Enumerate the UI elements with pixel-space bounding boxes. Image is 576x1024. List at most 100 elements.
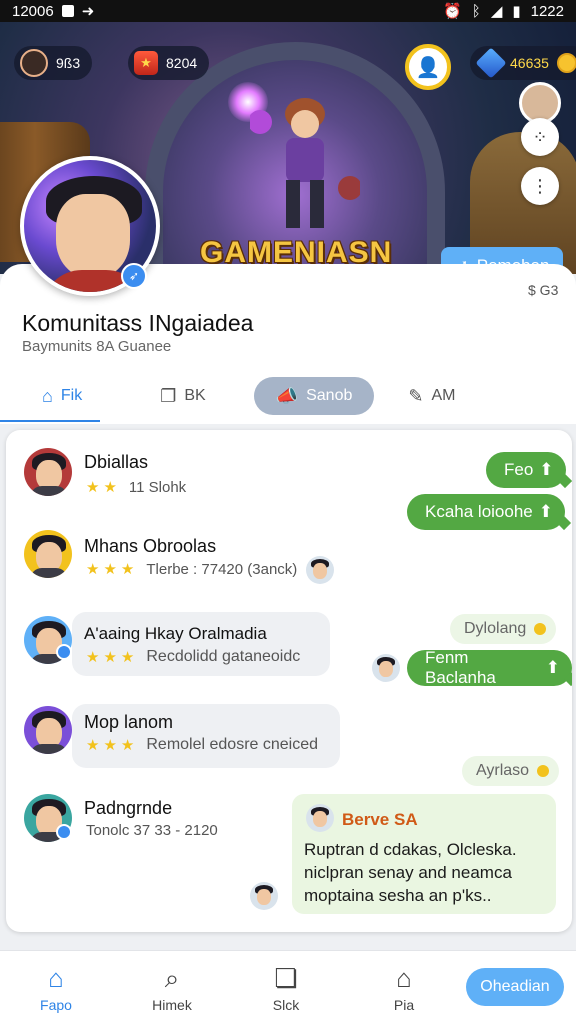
verified-badge-icon: ➶ (121, 263, 147, 289)
star-icon: ★ (86, 737, 100, 754)
user-name[interactable]: A'aaing Hkay Oralmadia (84, 624, 267, 644)
alarm-icon: ⏰ (443, 3, 462, 20)
nav-label: Slck (272, 997, 300, 1013)
player-level-pill[interactable]: 9ß3 (14, 46, 93, 80)
download-button[interactable]: Oheadian (466, 968, 564, 1006)
controller-icon: ⁘ (532, 126, 548, 147)
more-vertical-icon: ⋮ (531, 175, 549, 196)
star-icon: ★ (103, 561, 117, 578)
small-avatar[interactable] (372, 654, 400, 682)
reply-button[interactable]: Feo ⬆ (486, 452, 572, 489)
community-subtitle: Baymunits 8A Guanee (22, 338, 172, 355)
star-icon: ★ (86, 561, 100, 578)
chat-feed[interactable]: Dbiallas ★ ★ 11 Slohk Feo ⬆ Kcaha loiooh… (6, 430, 572, 932)
meta-text: Recdolidd gataneoidc (146, 648, 301, 665)
score-pill[interactable]: ★ 8204 (128, 46, 210, 80)
tab-label: AM (431, 387, 456, 404)
home-icon: ⌂ (48, 963, 64, 993)
tab-label: Fik (60, 387, 83, 404)
gem-icon (475, 47, 507, 79)
nav-label: Fapo (40, 997, 72, 1013)
score-value: 8204 (166, 55, 198, 71)
nav-book[interactable]: ❏ Slck (246, 963, 326, 1013)
user-meta: ★ ★ ★ Remolel edosre cneiced (86, 736, 318, 754)
status-dot-icon (537, 765, 550, 777)
arrow-up-icon: ⬆ (545, 658, 560, 677)
avatar-face (56, 194, 130, 278)
reply-label: Kcaha loioohe (425, 502, 533, 521)
status-dot-icon (534, 623, 547, 635)
book-icon: ❏ (274, 963, 298, 993)
tab-label: BK (184, 387, 206, 404)
user-name[interactable]: Mop lanom (84, 712, 173, 733)
battery-icon: ▮ (512, 3, 521, 20)
reply-button[interactable]: Fenm Baclanha ⬆ (407, 648, 572, 687)
small-avatar[interactable] (306, 556, 334, 584)
verified-icon (56, 644, 72, 660)
currency-value: 46635 (510, 55, 549, 71)
tab-sanob[interactable]: 📣 Sanob (253, 377, 375, 415)
user-avatar[interactable] (24, 706, 72, 754)
user-avatar[interactable] (24, 530, 72, 578)
pending-reply[interactable]: Ayrlaso (462, 756, 560, 786)
message-bubble (72, 612, 330, 676)
star-icon: ★ (103, 649, 117, 666)
user-name[interactable]: Mhans Obroolas (84, 536, 216, 557)
banner-hero-illustration (250, 98, 360, 228)
meta-text: Tonolc 37 33 - 2120 (86, 822, 218, 839)
avatar-face (313, 811, 327, 827)
avatar-face (379, 661, 393, 677)
small-avatar[interactable] (250, 882, 278, 910)
pending-reply[interactable]: Dylolang (450, 614, 557, 644)
chat-icon: ✎ (408, 385, 424, 406)
sender-avatar (306, 804, 334, 832)
user-icon: 👤 (415, 56, 441, 79)
verified-icon (56, 824, 72, 840)
message-sender: Berve SA (342, 810, 418, 829)
tab-fik[interactable]: ⌂ Fik (28, 377, 96, 415)
user-name[interactable]: Dbiallas (84, 452, 148, 473)
reply-label: Fenm Baclanha (425, 648, 496, 687)
meta-text: Remolel edosre cneiced (146, 736, 319, 753)
signal-icon: ◢ (490, 3, 503, 20)
player-avatar (20, 49, 48, 77)
profile-button[interactable]: 👤 (405, 44, 451, 90)
nav-home[interactable]: ⌂ Fapo (16, 963, 96, 1013)
user-meta: ★ ★ 11 Slohk (86, 478, 186, 497)
arrow-up-icon: ⬆ (538, 502, 554, 521)
meta-text: Tlerbe : 77420 (3anck) (146, 560, 298, 578)
user-avatar[interactable] (24, 448, 72, 496)
cast-icon: ➜ (81, 3, 95, 20)
user-meta: ★ ★ ★ Tlerbe : 77420 (3anck) (86, 560, 298, 579)
tab-am[interactable]: ✎ AM (394, 377, 469, 415)
avatar-body (30, 486, 68, 496)
community-title: Komunitass INgaiadea (22, 310, 254, 336)
message-card[interactable]: Berve SA Ruptran d cdakas, Olcleska. nic… (292, 794, 556, 914)
reply-label: Feo (504, 460, 534, 479)
game-controller-button[interactable]: ⁘ (521, 118, 559, 156)
copy-icon: ❐ (160, 385, 177, 406)
avatar-body (30, 744, 68, 754)
price-tag: $ G3 (528, 282, 559, 298)
bubble-tail (557, 473, 572, 489)
currency-pill[interactable]: 46635 (470, 46, 576, 80)
nav-profile[interactable]: ⌂ Pia (364, 963, 444, 1013)
more-options-button[interactable]: ⋮ (521, 167, 559, 205)
home-icon: ⌂ (42, 385, 53, 406)
tab-bk[interactable]: ❐ BK (146, 377, 219, 415)
user-name[interactable]: Padngrnde (84, 798, 172, 819)
pending-label: Ayrlaso (476, 762, 530, 779)
player-level: 9ß3 (56, 55, 81, 71)
tag-icon: ⌂ (396, 963, 412, 993)
reply-button[interactable]: Kcaha loioohe ⬆ (407, 494, 572, 531)
active-tab-indicator (0, 420, 100, 422)
nav-search[interactable]: ⌕ Himek (132, 963, 212, 1013)
star-icon: ★ (103, 479, 117, 496)
star-icon: ★ (103, 737, 117, 754)
bubble-tail (556, 515, 572, 531)
star-icon: ★ (86, 479, 100, 496)
arrow-up-icon: ⬆ (539, 460, 554, 479)
bubble-tail (563, 671, 572, 687)
megaphone-icon: 📣 (275, 385, 299, 406)
coin-icon (556, 53, 576, 73)
